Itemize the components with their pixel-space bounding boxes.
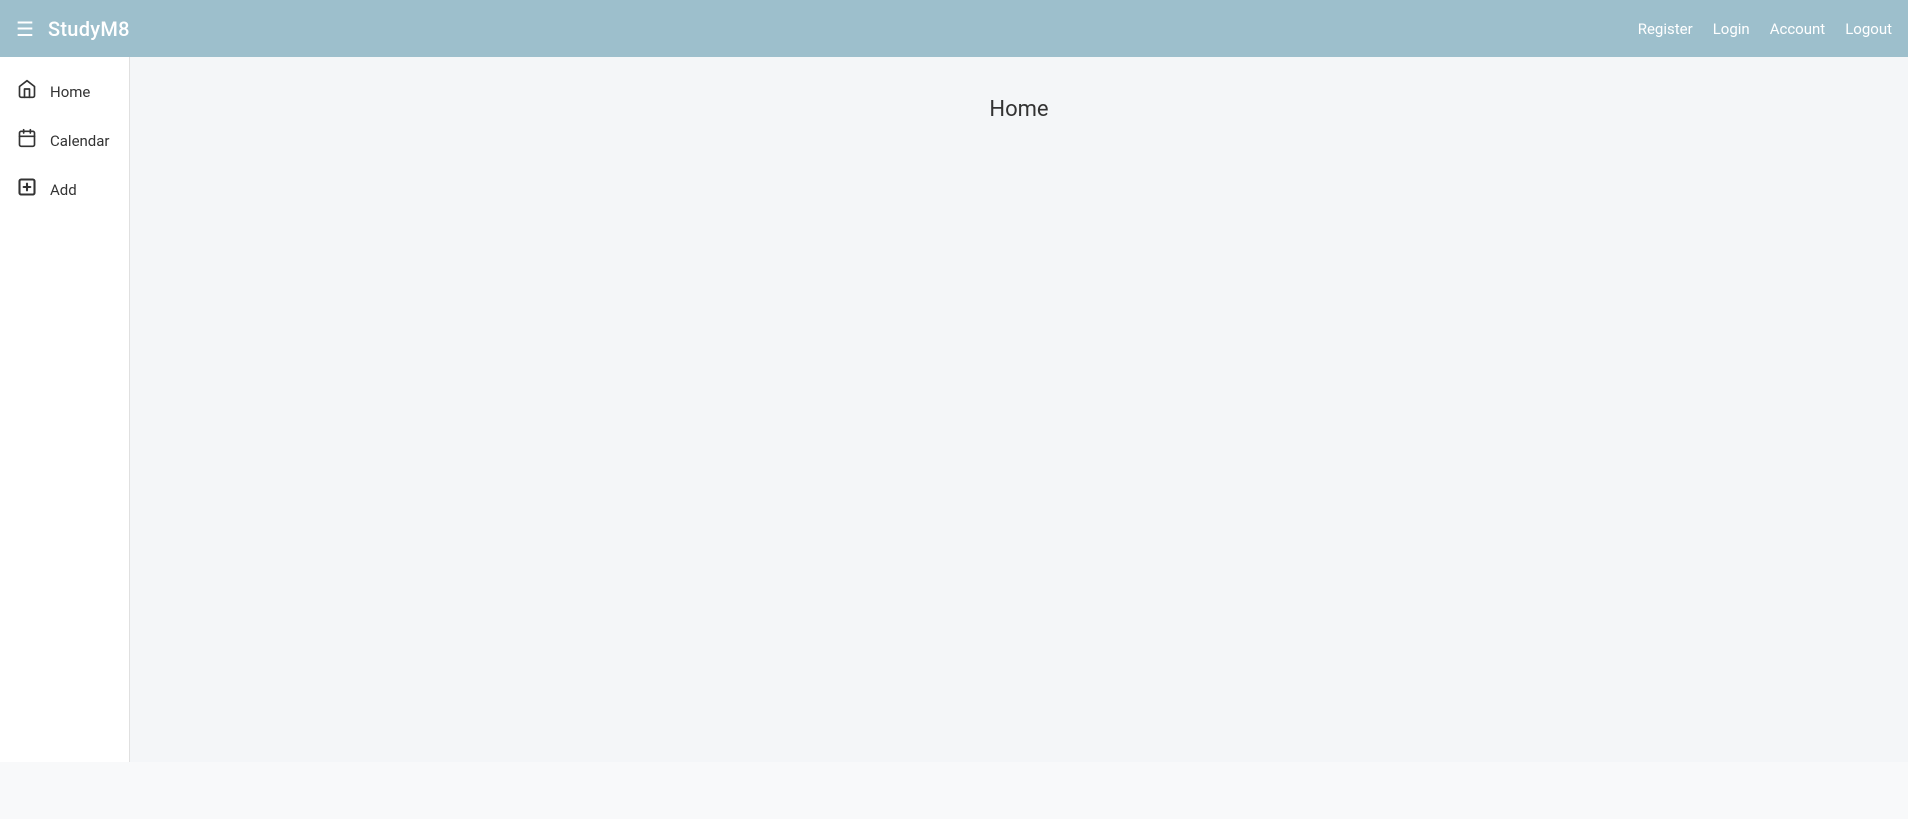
navbar-left: ☰ StudyM8 — [16, 17, 130, 41]
add-icon — [16, 177, 38, 202]
sidebar-item-calendar[interactable]: Calendar — [0, 116, 129, 165]
account-link[interactable]: Account — [1770, 20, 1826, 38]
sidebar-item-add-label: Add — [50, 181, 77, 199]
navbar-brand: StudyM8 — [48, 17, 130, 41]
sidebar-item-add[interactable]: Add — [0, 165, 129, 214]
sidebar: Home Calendar Add — [0, 57, 130, 762]
login-link[interactable]: Login — [1713, 20, 1750, 38]
logout-link[interactable]: Logout — [1845, 20, 1892, 38]
navbar: ☰ StudyM8 Register Login Account Logout — [0, 0, 1908, 57]
app-container: Home Calendar Add — [0, 57, 1908, 762]
sidebar-item-home[interactable]: Home — [0, 67, 129, 116]
page-title: Home — [989, 97, 1048, 762]
sidebar-item-home-label: Home — [50, 83, 90, 101]
calendar-icon — [16, 128, 38, 153]
register-link[interactable]: Register — [1638, 20, 1693, 38]
navbar-right: Register Login Account Logout — [1638, 20, 1892, 38]
main-content: Home — [130, 57, 1908, 762]
home-icon — [16, 79, 38, 104]
sidebar-item-calendar-label: Calendar — [50, 132, 110, 150]
hamburger-icon[interactable]: ☰ — [16, 19, 34, 39]
